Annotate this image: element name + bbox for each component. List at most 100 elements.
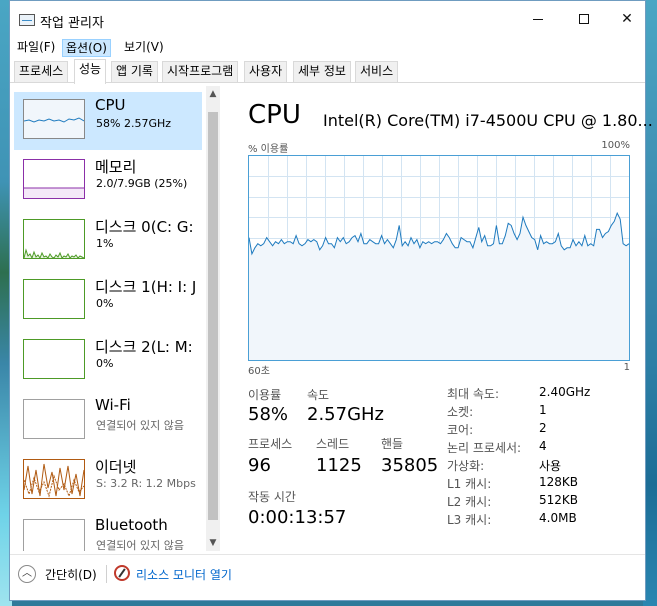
- utilization-label: 이용률: [248, 388, 282, 402]
- spec-value: 4: [539, 439, 547, 453]
- spec-value: 2: [539, 421, 547, 435]
- cpu-thumbnail-graph: [23, 99, 85, 139]
- resource-value: 58% 2.57GHz: [96, 117, 172, 130]
- resource-value: 1%: [96, 237, 114, 250]
- maximize-button[interactable]: [561, 1, 607, 37]
- fewer-details-button[interactable]: 간단히(D): [45, 566, 97, 583]
- resource-value: 2.0/7.9GB (25%): [96, 177, 188, 190]
- spec-value: 512KB: [539, 493, 579, 507]
- handles-value: 35805: [381, 455, 439, 476]
- processes-label: 프로세스: [248, 437, 293, 451]
- tab-details[interactable]: 세부 정보: [293, 61, 351, 82]
- spec-label: 코어:: [447, 423, 474, 437]
- resource-name: 디스크 0(C: G:: [95, 218, 194, 236]
- cpu-detail-panel: CPU Intel(R) Core(TM) i7-4500U CPU @ 1.8…: [248, 96, 653, 546]
- resource-name: 디스크 1(H: I: J: [95, 278, 197, 296]
- resource-value: 0%: [96, 297, 114, 310]
- resource-item-disk-1[interactable]: 디스크 1(H: I: J 0%: [14, 272, 202, 330]
- spec-value: 4.0MB: [539, 511, 577, 525]
- resource-name: Bluetooth: [95, 516, 168, 534]
- maximize-icon: [579, 14, 589, 24]
- threads-label: 스레드: [316, 437, 350, 451]
- tab-services[interactable]: 서비스: [355, 61, 399, 82]
- resource-list-scrollbar[interactable]: ▲ ▼: [206, 86, 220, 551]
- spec-label: 가상화:: [447, 459, 485, 473]
- resource-name: 디스크 2(L: M:: [95, 338, 193, 356]
- close-button[interactable]: ✕: [607, 1, 647, 37]
- processes-value: 96: [248, 455, 271, 476]
- spec-value: 2.40GHz: [539, 385, 591, 399]
- menu-view[interactable]: 보기(V): [121, 39, 167, 57]
- spec-label: L3 캐시:: [447, 513, 492, 527]
- memory-thumbnail-graph: [23, 159, 85, 199]
- open-resource-monitor-link[interactable]: 리소스 모니터 열기: [136, 566, 232, 583]
- speed-value: 2.57GHz: [307, 404, 385, 425]
- resource-value: 연결되어 있지 않음: [96, 419, 184, 432]
- graph-min-label: 1: [623, 362, 630, 373]
- spec-label: 논리 프로세서:: [447, 441, 522, 455]
- resource-name: 메모리: [95, 158, 137, 176]
- tab-app-history[interactable]: 앱 기록: [111, 61, 158, 82]
- scroll-up-arrow-icon[interactable]: ▲: [206, 86, 220, 102]
- threads-value: 1125: [316, 455, 362, 476]
- spec-label: 소켓:: [447, 405, 474, 419]
- resource-item-ethernet[interactable]: 이더넷 S: 3.2 R: 1.2 Mbps: [14, 452, 202, 510]
- spec-label: L2 캐시:: [447, 495, 492, 509]
- task-manager-window: 작업 관리자 ✕ 파일(F) 옵션(O) 보기(V) 프로세스 성능 앱 기록 …: [9, 0, 653, 601]
- resource-item-disk-2[interactable]: 디스크 2(L: M: 0%: [14, 332, 202, 390]
- task-manager-icon: [19, 14, 35, 26]
- handles-label: 핸들: [381, 437, 404, 451]
- wifi-thumbnail-graph: [23, 399, 85, 439]
- bottom-bar: ︿ 간단히(D) 리소스 모니터 열기: [10, 554, 645, 594]
- uptime-label: 작동 시간: [248, 490, 296, 504]
- resource-list: CPU 58% 2.57GHz 메모리 2.0/7.9GB (25%) 디스크 …: [10, 86, 222, 551]
- tab-bar: 프로세스 성능 앱 기록 시작프로그램 사용자 세부 정보 서비스: [10, 59, 645, 84]
- menu-options[interactable]: 옵션(O): [62, 39, 111, 57]
- resource-item-cpu[interactable]: CPU 58% 2.57GHz: [14, 92, 202, 150]
- resource-name: 이더넷: [95, 458, 137, 476]
- resource-item-memory[interactable]: 메모리 2.0/7.9GB (25%): [14, 152, 202, 210]
- resource-value: 0%: [96, 357, 114, 370]
- cpu-graph-svg: [249, 156, 629, 360]
- graph-max-label: 100%: [601, 140, 630, 151]
- ethernet-thumbnail-graph: [23, 459, 85, 499]
- bluetooth-thumbnail-graph: [23, 519, 85, 551]
- resource-value: S: 3.2 R: 1.2 Mbps: [96, 477, 196, 490]
- menu-file[interactable]: 파일(F): [14, 39, 58, 57]
- cpu-utilization-graph: [248, 155, 630, 361]
- spec-value: 1: [539, 403, 547, 417]
- separator: [106, 565, 107, 583]
- tab-users[interactable]: 사용자: [244, 61, 288, 82]
- resource-item-disk-0[interactable]: 디스크 0(C: G: 1%: [14, 212, 202, 270]
- minimize-icon: [533, 18, 543, 20]
- disk-1-thumbnail-graph: [23, 279, 85, 319]
- minimize-button[interactable]: [515, 1, 561, 37]
- disk-0-thumbnail-graph: [23, 219, 85, 259]
- resource-item-wifi[interactable]: Wi-Fi 연결되어 있지 않음: [14, 392, 202, 450]
- resource-value: 연결되어 있지 않음: [96, 539, 184, 551]
- window-title: 작업 관리자: [40, 16, 104, 31]
- resource-monitor-icon: [114, 565, 130, 581]
- spec-value: 128KB: [539, 475, 579, 489]
- scrollbar-thumb[interactable]: [208, 112, 218, 520]
- graph-axis-label: % 이용률: [248, 144, 289, 155]
- speed-label: 속도: [307, 388, 330, 402]
- tab-performance[interactable]: 성능: [74, 59, 107, 84]
- resource-name: CPU: [95, 96, 126, 114]
- tab-processes[interactable]: 프로세스: [14, 61, 69, 82]
- spec-label: L1 캐시:: [447, 477, 492, 491]
- resource-item-bluetooth[interactable]: Bluetooth 연결되어 있지 않음: [14, 512, 202, 551]
- menu-bar: 파일(F) 옵션(O) 보기(V): [10, 37, 645, 59]
- utilization-value: 58%: [248, 404, 289, 425]
- uptime-value: 0:00:13:57: [248, 507, 347, 528]
- cpu-model-name: Intel(R) Core(TM) i7-4500U CPU @ 1.80...: [323, 111, 653, 130]
- scroll-down-arrow-icon[interactable]: ▼: [206, 535, 220, 551]
- tab-startup[interactable]: 시작프로그램: [162, 61, 239, 82]
- spec-label: 최대 속도:: [447, 387, 500, 401]
- graph-time-label: 60초: [248, 366, 270, 377]
- close-icon: ✕: [621, 11, 633, 27]
- resource-name: Wi-Fi: [95, 396, 131, 414]
- spec-value: 사용: [539, 459, 562, 473]
- collapse-chevron-icon[interactable]: ︿: [18, 565, 36, 583]
- title-bar[interactable]: 작업 관리자 ✕: [10, 1, 645, 37]
